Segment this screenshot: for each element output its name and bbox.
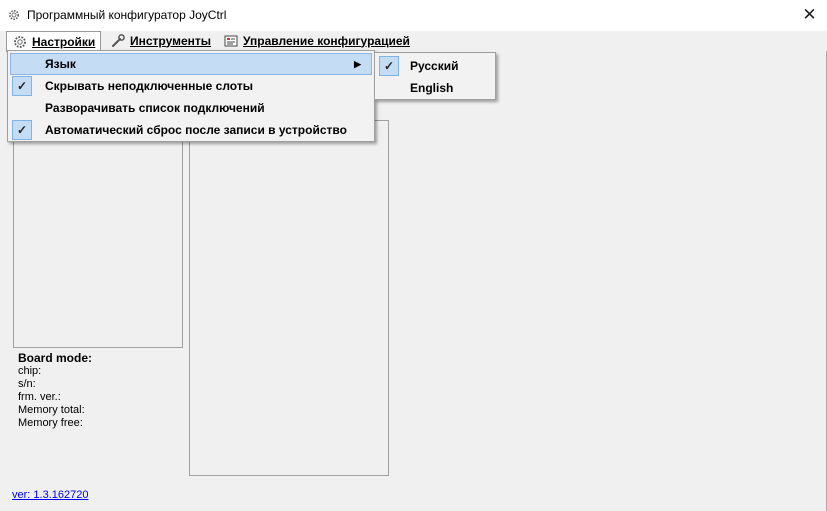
- menu-item-expand-connections[interactable]: Разворачивать список подключений: [10, 97, 372, 119]
- language-option-english[interactable]: English: [377, 77, 493, 99]
- menu-item-expand-connections-label: Разворачивать список подключений: [45, 101, 265, 115]
- gear-icon: [14, 36, 26, 48]
- language-option-english-label: English: [410, 81, 454, 95]
- menu-config[interactable]: Управление конфигурацией: [218, 31, 415, 51]
- menu-settings-label: Настройки: [32, 34, 96, 49]
- menu-item-language[interactable]: Язык ▶: [10, 53, 372, 75]
- title-bar: Программный конфигуратор JoyCtrl ✕: [0, 0, 827, 31]
- wrench-icon: [112, 34, 125, 47]
- settings-dropdown: Язык ▶ ✓ Скрывать неподключенные слоты Р…: [7, 50, 375, 142]
- board-info: Board mode: chip: s/n: frm. ver.: Memory…: [18, 352, 92, 430]
- menu-item-language-label: Язык: [45, 57, 76, 71]
- close-button[interactable]: ✕: [792, 0, 827, 31]
- firmware-label: frm. ver.:: [18, 391, 61, 403]
- serial-label: s/n:: [18, 378, 36, 390]
- submenu-arrow-icon: ▶: [354, 59, 361, 69]
- menu-item-hide-slots-label: Скрывать неподключенные слоты: [45, 79, 253, 93]
- menu-settings[interactable]: Настройки: [6, 31, 102, 52]
- window-title: Программный конфигуратор JoyCtrl: [27, 8, 227, 22]
- chip-label: chip:: [18, 365, 42, 377]
- connections-panel[interactable]: [189, 120, 389, 476]
- menu-item-hide-slots[interactable]: ✓ Скрывать неподключенные слоты: [10, 75, 372, 97]
- menu-tools-label: Инструменты: [130, 33, 212, 48]
- checkmark-icon: ✓: [12, 120, 32, 140]
- memory-free-label: Memory free:: [18, 417, 83, 429]
- gear-icon: [9, 10, 19, 20]
- board-mode-label: Board mode:: [18, 351, 93, 365]
- checkmark-icon: ✓: [379, 56, 399, 76]
- language-option-russian[interactable]: ✓ Русский: [377, 55, 493, 77]
- config-icon: [224, 35, 238, 47]
- language-option-russian-label: Русский: [410, 59, 459, 73]
- menu-bar: Настройки Инструменты Управление конфигу…: [0, 31, 827, 52]
- menu-item-auto-reset-label: Автоматический сброс после записи в устр…: [45, 123, 347, 137]
- device-list-panel[interactable]: [13, 120, 183, 348]
- language-submenu: ✓ Русский English: [374, 52, 496, 100]
- checkmark-icon: ✓: [12, 76, 32, 96]
- menu-item-auto-reset[interactable]: ✓ Автоматический сброс после записи в ус…: [10, 119, 372, 141]
- version-link[interactable]: ver: 1.3.162720: [12, 489, 88, 501]
- menu-config-label: Управление конфигурацией: [243, 33, 410, 48]
- menu-tools[interactable]: Инструменты: [105, 31, 216, 51]
- app-window: Программный конфигуратор JoyCtrl ✕ Настр…: [0, 0, 827, 511]
- memory-total-label: Memory total:: [18, 404, 85, 416]
